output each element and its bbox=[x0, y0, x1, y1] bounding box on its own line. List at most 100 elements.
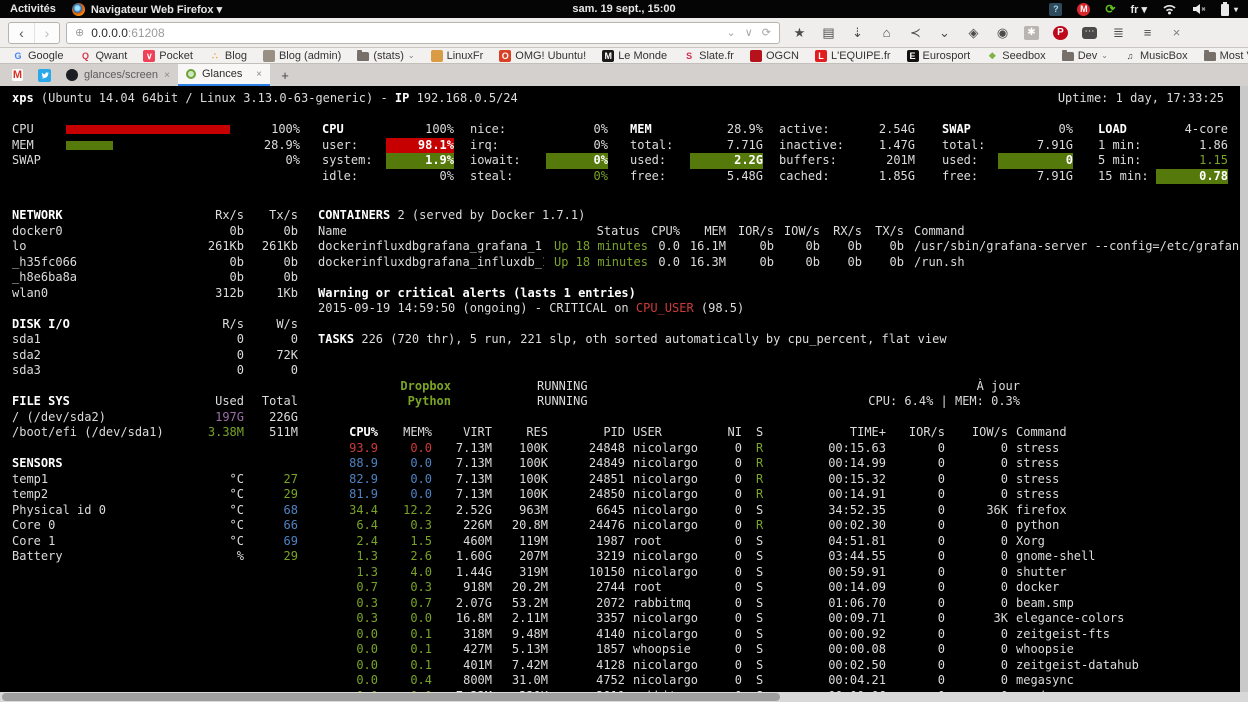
stat-label: SWAP bbox=[942, 122, 998, 138]
help-icon[interactable]: ? bbox=[1049, 3, 1062, 16]
proc-res: 100K bbox=[492, 441, 548, 457]
proc-iow: 0 bbox=[945, 673, 1008, 689]
container-name: dockerinfluxdbgrafana_influxdb_1 bbox=[318, 255, 544, 271]
menu-icon[interactable]: ≡ bbox=[1140, 25, 1155, 41]
proc-cpu: 1.3 bbox=[318, 549, 378, 565]
stat-label: LOAD bbox=[1098, 122, 1156, 138]
proc-user: nicolargo bbox=[625, 503, 727, 519]
url-bar[interactable]: ⊕ 0.0.0.0:61208 ⌄∨⟳ bbox=[66, 22, 780, 44]
pocket-icon[interactable]: ⌄ bbox=[937, 25, 952, 41]
proc-cpu: 0.0 bbox=[318, 658, 378, 674]
bookmark-lequipe[interactable]: LL'EQUIPE.fr bbox=[815, 50, 891, 62]
bookmark-star-icon[interactable]: ★ bbox=[792, 25, 807, 41]
bookmark-label: Eurosport bbox=[923, 50, 971, 62]
activities-button[interactable]: Activités bbox=[10, 3, 56, 15]
pinned-tab-twitter[interactable] bbox=[31, 64, 58, 86]
app-menu[interactable]: Navigateur Web Firefox ▾ bbox=[72, 3, 222, 16]
bookmark-linuxfr[interactable]: LinuxFr bbox=[431, 50, 484, 62]
proc-time: 00:14.91 bbox=[766, 487, 886, 503]
bookmark-google[interactable]: GGoogle bbox=[12, 50, 63, 62]
stat-label: total: bbox=[942, 138, 998, 154]
download-icon[interactable]: ⇣ bbox=[850, 25, 865, 41]
bookmark-omg-ubuntu[interactable]: OOMG! Ubuntu! bbox=[499, 50, 586, 62]
ublock-icon[interactable]: ✱ bbox=[1024, 26, 1039, 40]
sensor-label: temp2 bbox=[12, 487, 178, 503]
new-tab-button[interactable]: + bbox=[274, 68, 296, 83]
chat-icon[interactable]: ⋯ bbox=[1082, 27, 1097, 39]
volume-muted-icon[interactable] bbox=[1192, 3, 1206, 15]
battery-caret-icon: ▾ bbox=[1234, 5, 1238, 14]
container-row: dockerinfluxdbgrafana_influxdb_1Up 18 mi… bbox=[318, 255, 1248, 271]
proc-command: stress bbox=[1008, 456, 1248, 472]
bookmark-qwant[interactable]: QQwant bbox=[79, 50, 127, 62]
pocket-save-icon[interactable]: ⌄ bbox=[727, 26, 736, 39]
sync-icon[interactable]: ⟳ bbox=[1105, 3, 1115, 16]
bookmark-eurosport[interactable]: EEurosport bbox=[907, 50, 971, 62]
container-iow: 0b bbox=[774, 239, 820, 255]
tab-close-icon[interactable]: × bbox=[256, 69, 262, 80]
column-header[interactable]: CPU% bbox=[318, 425, 378, 441]
proc-ior: 0 bbox=[886, 487, 945, 503]
wifi-icon[interactable] bbox=[1162, 3, 1177, 15]
reload-icon[interactable]: ⟳ bbox=[762, 26, 771, 39]
gnome-top-bar: Activités Navigateur Web Firefox ▾ sam. … bbox=[0, 0, 1248, 18]
proc-virt: 460M bbox=[432, 534, 492, 550]
tab-close-icon[interactable]: × bbox=[164, 70, 170, 81]
row-value: 261Kb bbox=[244, 239, 298, 255]
disconnect-icon[interactable]: ◉ bbox=[995, 25, 1010, 41]
stat-value: 1.85G bbox=[857, 169, 915, 185]
bookmark-ogcn[interactable]: OGCN bbox=[750, 50, 799, 62]
site-identity-icon[interactable]: ⊕ bbox=[75, 26, 84, 39]
mega-icon[interactable]: M bbox=[1077, 3, 1090, 16]
sensor-value: 29 bbox=[244, 549, 298, 565]
close-icon[interactable]: × bbox=[1169, 25, 1184, 41]
keyboard-layout-indicator[interactable]: fr ▾ bbox=[1130, 3, 1147, 16]
bookmark-blog-admin[interactable]: Blog (admin) bbox=[263, 50, 341, 62]
bookmark-blog[interactable]: ∴Blog bbox=[209, 50, 247, 62]
pinterest-icon[interactable]: P bbox=[1053, 26, 1068, 40]
proc-mem: 0.4 bbox=[378, 673, 432, 689]
sensor-value: 68 bbox=[244, 503, 298, 519]
tab-glances[interactable]: Glances × bbox=[178, 64, 270, 86]
bookmarks-dropdown-icon[interactable]: ∨ bbox=[745, 26, 753, 39]
proc-pid: 24850 bbox=[548, 487, 625, 503]
layers-icon[interactable]: ≣ bbox=[1111, 25, 1126, 41]
bookmark-le-monde[interactable]: MLe Monde bbox=[602, 50, 667, 62]
proc-iow: 0 bbox=[945, 642, 1008, 658]
clipboard-icon[interactable]: ▤ bbox=[821, 25, 836, 41]
bookmark-stats[interactable]: (stats)⌄ bbox=[357, 50, 414, 62]
folder-icon bbox=[1204, 52, 1216, 61]
lequipe-icon: L bbox=[815, 50, 827, 62]
forget-icon[interactable]: ◈ bbox=[966, 25, 981, 41]
row-value: 312b bbox=[178, 286, 244, 302]
forward-button[interactable]: › bbox=[34, 23, 59, 43]
horizontal-scrollbar-thumb[interactable] bbox=[2, 693, 780, 701]
share-icon[interactable]: ≺ bbox=[908, 25, 923, 41]
tab-strip: M glances/screenshot-w… × Glances × + bbox=[0, 63, 1248, 86]
bookmark-label: LinuxFr bbox=[447, 50, 484, 62]
stat-value: 201M bbox=[857, 153, 915, 169]
proc-virt: 1.44G bbox=[432, 565, 492, 581]
back-button[interactable]: ‹ bbox=[9, 23, 34, 43]
column-header: PID bbox=[548, 425, 625, 441]
ogcn-icon bbox=[750, 50, 762, 62]
vertical-scrollbar[interactable] bbox=[1240, 86, 1248, 692]
bookmark-musicbox[interactable]: ♫MusicBox bbox=[1124, 50, 1188, 62]
row-value: 0b bbox=[178, 224, 244, 240]
container-name: dockerinfluxdbgrafana_grafana_1 bbox=[318, 239, 544, 255]
section-title: NETWORK bbox=[12, 208, 178, 224]
pinned-tab-gmail[interactable]: M bbox=[4, 64, 31, 86]
proc-res: 100K bbox=[492, 487, 548, 503]
monitored-status: RUNNING bbox=[537, 379, 697, 395]
bookmark-slate[interactable]: SSlate.fr bbox=[683, 50, 734, 62]
home-icon[interactable]: ⌂ bbox=[879, 25, 894, 41]
bookmark-dev[interactable]: Dev⌄ bbox=[1062, 50, 1108, 62]
proc-res: 100K bbox=[492, 456, 548, 472]
bookmark-pocket[interactable]: ∨Pocket bbox=[143, 50, 193, 62]
battery-indicator[interactable]: ▾ bbox=[1221, 3, 1238, 16]
bookmark-seedbox[interactable]: ❖Seedbox bbox=[986, 50, 1045, 62]
tab-github-glances[interactable]: glances/screenshot-w… × bbox=[58, 64, 178, 86]
linuxfr-icon bbox=[431, 50, 443, 62]
bookmark-most-visited[interactable]: Most Visited⌄ bbox=[1204, 50, 1248, 62]
horizontal-scrollbar[interactable] bbox=[0, 692, 1248, 702]
